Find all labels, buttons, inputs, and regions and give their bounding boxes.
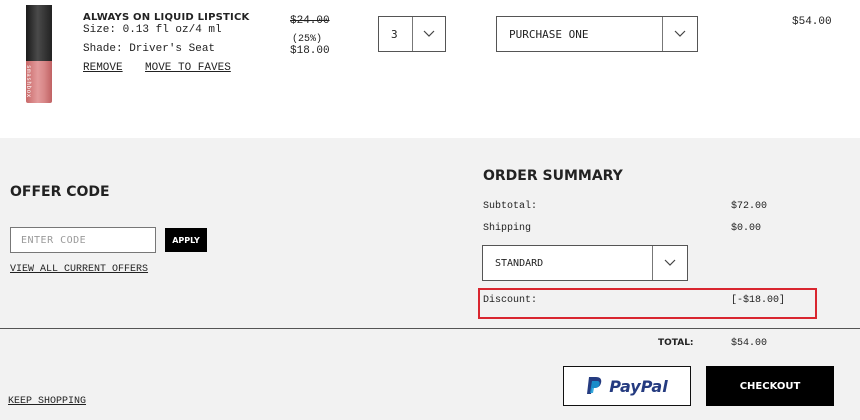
quantity-select[interactable]: 3 <box>378 16 446 52</box>
original-price: $24.00 <box>290 15 330 27</box>
total-value: $54.00 <box>731 338 768 349</box>
chevron-down-icon[interactable] <box>412 17 445 51</box>
offer-code-title: OFFER CODE <box>10 184 110 200</box>
discount-percent: (25%) <box>292 34 323 45</box>
purchase-option-value: PURCHASE ONE <box>509 27 589 41</box>
order-summary-title: ORDER SUMMARY <box>483 168 623 184</box>
sale-price: $18.00 <box>290 45 330 57</box>
discount-value: [-$18.00] <box>731 295 786 306</box>
offer-code-input[interactable] <box>11 228 155 253</box>
brand-text: smashbox <box>25 65 32 98</box>
remove-link[interactable]: REMOVE <box>83 62 123 74</box>
shipping-value: $0.00 <box>731 223 762 234</box>
subtotal-label: Subtotal: <box>483 201 538 212</box>
apply-button[interactable]: APPLY <box>165 228 207 252</box>
shipping-label: Shipping <box>483 223 532 234</box>
divider <box>0 328 860 329</box>
paypal-logo-icon <box>587 377 602 394</box>
product-size: Size: 0.13 fl oz/4 ml <box>83 24 222 36</box>
quantity-value: 3 <box>391 27 398 41</box>
subtotal-value: $72.00 <box>731 201 768 212</box>
line-total: $54.00 <box>792 16 832 28</box>
shipping-method-select[interactable]: STANDARD <box>482 245 688 281</box>
chevron-down-icon[interactable] <box>662 17 697 51</box>
paypal-label: PayPal <box>609 376 668 396</box>
cart-item-row: smashbox ALWAYS ON LIQUID LIPSTICK Size:… <box>0 0 860 138</box>
product-name[interactable]: ALWAYS ON LIQUID LIPSTICK <box>83 12 249 23</box>
discount-label: Discount: <box>483 295 538 306</box>
view-offers-link[interactable]: VIEW ALL CURRENT OFFERS <box>10 264 148 275</box>
shipping-method-value: STANDARD <box>495 257 544 269</box>
move-to-faves-link[interactable]: MOVE TO FAVES <box>145 62 231 74</box>
offer-code-field[interactable] <box>10 227 156 253</box>
checkout-button[interactable]: CHECKOUT <box>706 366 834 406</box>
product-shade: Shade: Driver's Seat <box>83 43 216 55</box>
product-image[interactable]: smashbox <box>18 5 70 103</box>
paypal-button[interactable]: PayPal <box>563 366 691 406</box>
keep-shopping-link[interactable]: KEEP SHOPPING <box>8 396 86 407</box>
total-label: TOTAL: <box>658 338 694 348</box>
lipstick-cap <box>26 5 52 61</box>
purchase-option-select[interactable]: PURCHASE ONE <box>496 16 698 52</box>
chevron-down-icon[interactable] <box>652 246 687 280</box>
